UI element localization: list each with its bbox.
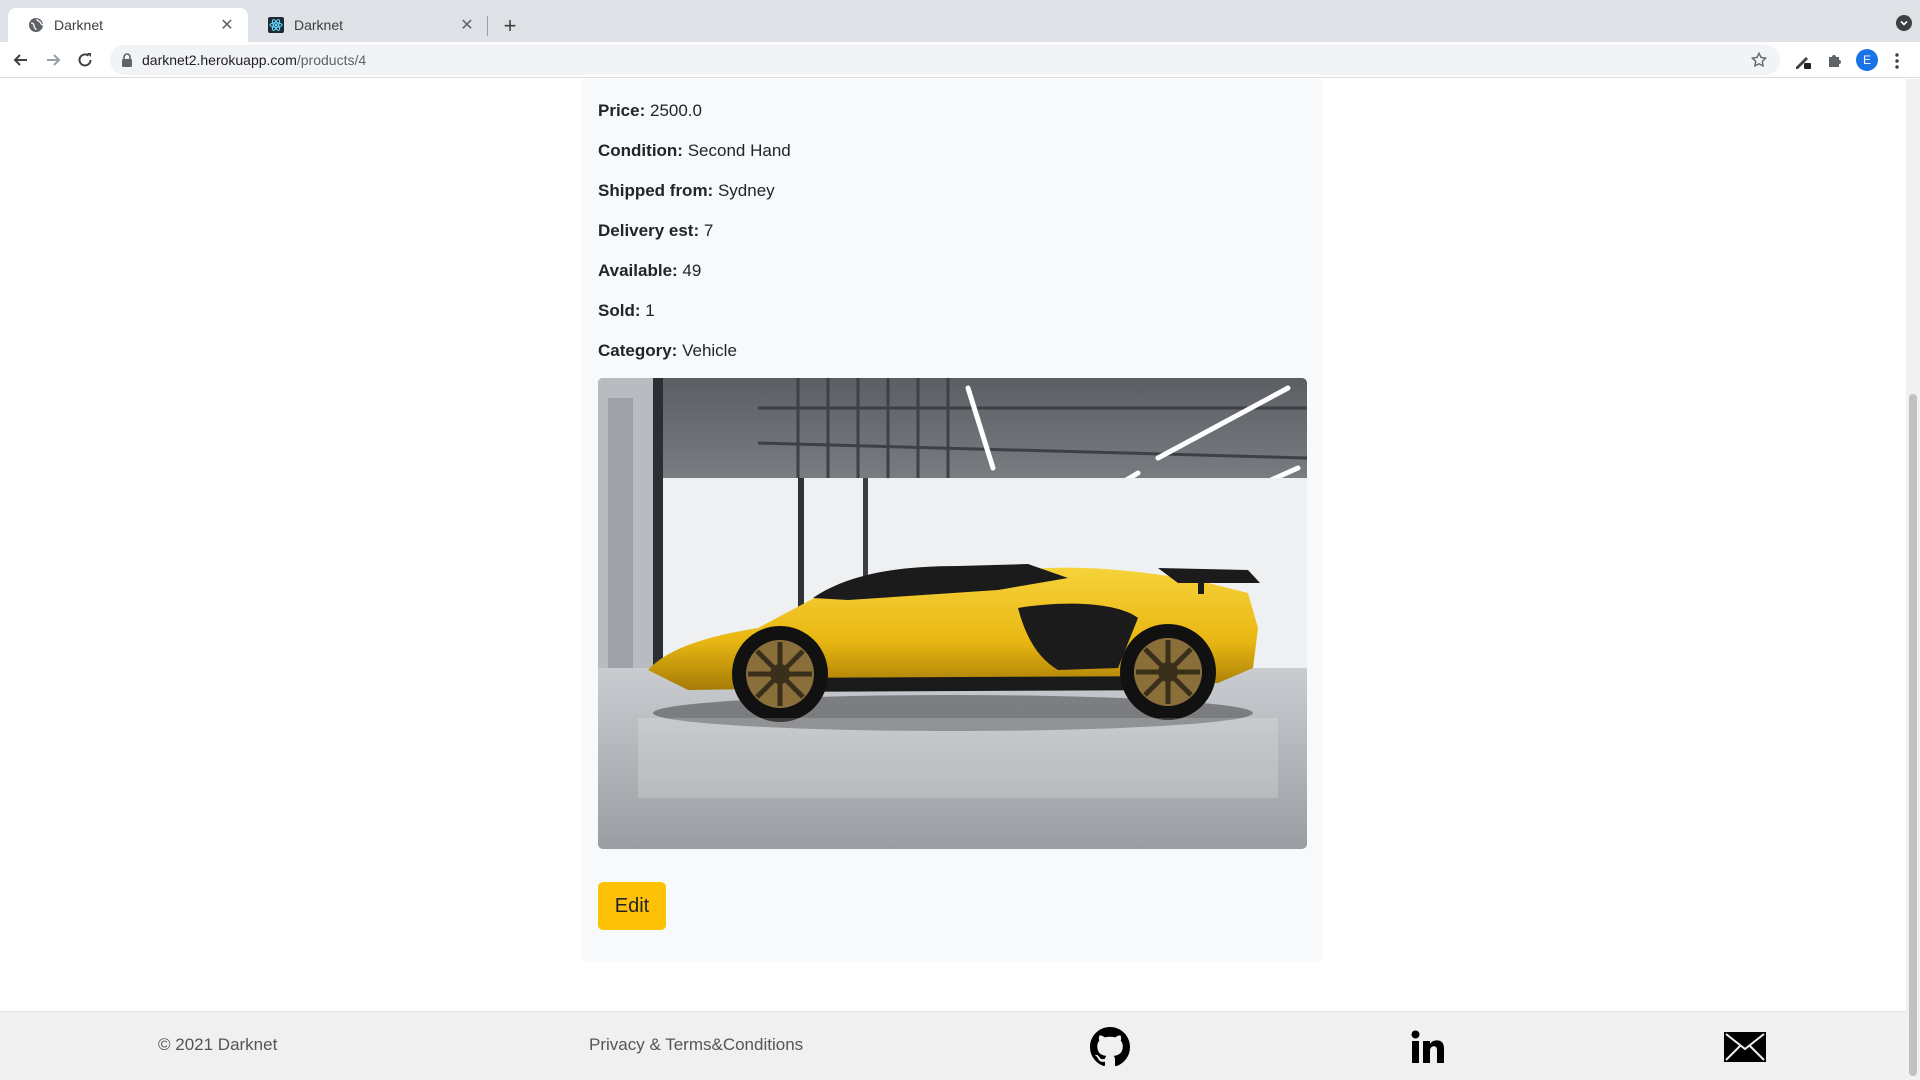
tab-title: Darknet bbox=[54, 17, 104, 33]
mail-icon[interactable] bbox=[1724, 1026, 1766, 1068]
edit-button[interactable]: Edit bbox=[598, 882, 666, 930]
available-field: Available: 49 bbox=[598, 261, 701, 281]
reload-icon bbox=[78, 53, 92, 67]
available-value: 49 bbox=[682, 261, 702, 280]
field-label: Category: bbox=[598, 341, 678, 360]
tab-darknet[interactable]: Darknet ✕ bbox=[248, 8, 488, 42]
scrollbar-thumb[interactable] bbox=[1909, 394, 1917, 1076]
category-field: Category: Vehicle bbox=[598, 341, 737, 361]
extension-pen-icon[interactable] bbox=[1792, 50, 1814, 72]
globe-icon bbox=[28, 17, 44, 33]
bookmark-star-icon[interactable] bbox=[1750, 51, 1768, 69]
close-tab-icon[interactable]: ✕ bbox=[218, 16, 236, 34]
tab-title: Darknet bbox=[294, 17, 344, 33]
shipped-from-field: Shipped from: Sydney bbox=[598, 181, 775, 201]
profile-avatar[interactable]: E bbox=[1856, 49, 1878, 71]
tab-darknet-active[interactable]: Darknet ✕ bbox=[8, 8, 248, 42]
shipped-from-value: Sydney bbox=[717, 181, 775, 200]
new-tab-button[interactable]: + bbox=[497, 13, 523, 39]
linkedin-icon[interactable] bbox=[1407, 1026, 1449, 1068]
field-label: Delivery est: bbox=[598, 221, 700, 240]
back-arrow-icon bbox=[13, 54, 27, 66]
forward-button[interactable] bbox=[40, 47, 66, 73]
footer-copyright: © 2021 Darknet bbox=[158, 1035, 278, 1054]
tab-search-icon[interactable] bbox=[1896, 15, 1912, 31]
github-icon[interactable] bbox=[1089, 1026, 1131, 1068]
sold-field: Sold: 1 bbox=[598, 301, 655, 321]
react-icon bbox=[268, 17, 284, 33]
url-host: darknet2.herokuapp.com bbox=[142, 52, 297, 68]
category-value: Vehicle bbox=[682, 341, 737, 360]
page-footer: © 2021 Darknet Privacy & Terms&Condition… bbox=[0, 1011, 1906, 1080]
address-bar[interactable]: darknet2.herokuapp.com/products/4 bbox=[110, 45, 1780, 75]
field-label: Price: bbox=[598, 101, 646, 120]
url-path: /products/4 bbox=[296, 52, 367, 68]
close-tab-icon[interactable]: ✕ bbox=[458, 16, 476, 34]
product-details-card: Price: 2500.0 Condition: Second Hand Shi… bbox=[582, 79, 1322, 962]
condition-field: Condition: Second Hand bbox=[598, 141, 791, 161]
back-button[interactable] bbox=[8, 47, 34, 73]
condition-value: Second Hand bbox=[687, 141, 791, 160]
page-scrollbar[interactable] bbox=[1906, 79, 1920, 1080]
browser-tab-strip: Darknet ✕ Darknet ✕ + bbox=[0, 0, 1920, 42]
browser-menu-icon[interactable] bbox=[1886, 50, 1908, 72]
browser-toolbar: darknet2.herokuapp.com/products/4 bbox=[0, 42, 1920, 78]
privacy-terms-link[interactable]: Privacy & Terms&Conditions bbox=[589, 1035, 803, 1055]
field-label: Shipped from: bbox=[598, 181, 714, 200]
extensions-puzzle-icon[interactable] bbox=[1824, 50, 1846, 72]
field-label: Condition: bbox=[598, 141, 683, 160]
field-label: Sold: bbox=[598, 301, 641, 320]
sold-value: 1 bbox=[645, 301, 655, 320]
forward-arrow-icon bbox=[47, 54, 61, 66]
lock-icon bbox=[120, 53, 134, 67]
delivery-est-value: 7 bbox=[703, 221, 714, 240]
tab-divider bbox=[487, 16, 488, 36]
price-value: 2500.0 bbox=[649, 101, 702, 120]
price-field: Price: 2500.0 bbox=[598, 101, 702, 121]
product-image bbox=[598, 378, 1307, 849]
field-label: Available: bbox=[598, 261, 678, 280]
delivery-est-field: Delivery est: 7 bbox=[598, 221, 713, 241]
reload-button[interactable] bbox=[72, 47, 98, 73]
page-viewport: Price: 2500.0 Condition: Second Hand Shi… bbox=[0, 79, 1906, 1080]
